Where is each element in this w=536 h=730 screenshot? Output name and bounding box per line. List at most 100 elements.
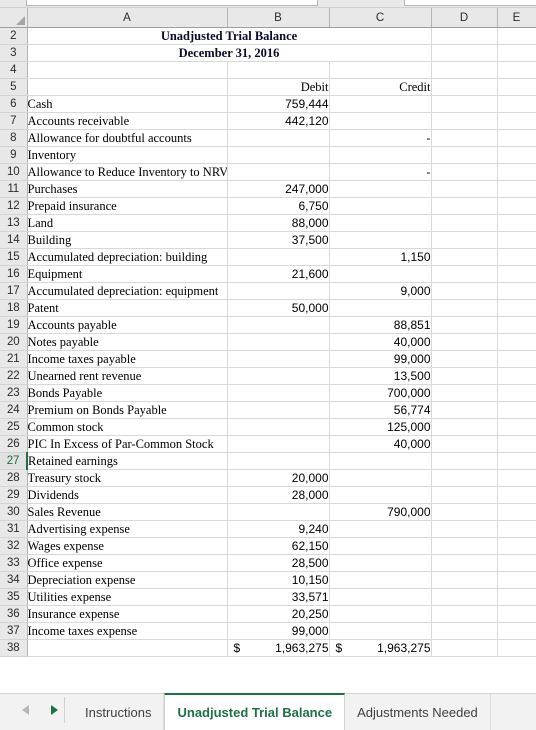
cell-A8[interactable]: Allowance for doubtful accounts xyxy=(27,129,228,147)
row-header-5[interactable]: 5 xyxy=(0,78,28,96)
cell-D6[interactable] xyxy=(431,95,498,113)
cell-B35[interactable]: 33,571 xyxy=(227,588,330,606)
row-header-20[interactable]: 20 xyxy=(0,333,28,351)
cell-B38[interactable]: $1,963,275 xyxy=(227,639,330,657)
cell-D29[interactable] xyxy=(431,486,498,504)
column-header-d[interactable]: D xyxy=(431,8,498,28)
column-header-e[interactable]: E xyxy=(497,8,536,28)
row-header-37[interactable]: 37 xyxy=(0,622,28,640)
cell-B6[interactable]: 759,444 xyxy=(227,95,330,113)
cell-E7[interactable] xyxy=(497,112,536,130)
row-header-13[interactable]: 13 xyxy=(0,214,28,232)
cell-E11[interactable] xyxy=(497,180,536,198)
row-header-29[interactable]: 29 xyxy=(0,486,28,504)
cell-B21[interactable] xyxy=(227,350,330,368)
cell-C10[interactable]: - xyxy=(329,163,432,181)
cell-A32[interactable]: Wages expense xyxy=(27,537,228,555)
row-header-11[interactable]: 11 xyxy=(0,180,28,198)
cell-B12[interactable]: 6,750 xyxy=(227,197,330,215)
select-all-corner[interactable] xyxy=(0,8,28,28)
cell-E32[interactable] xyxy=(497,537,536,555)
cell-B11[interactable]: 247,000 xyxy=(227,180,330,198)
cell-D30[interactable] xyxy=(431,503,498,521)
cell-C32[interactable] xyxy=(329,537,432,555)
cell-C20[interactable]: 40,000 xyxy=(329,333,432,351)
cell-E34[interactable] xyxy=(497,571,536,589)
cell-D33[interactable] xyxy=(431,554,498,572)
cell-E14[interactable] xyxy=(497,231,536,249)
cell-D3[interactable] xyxy=(431,44,498,62)
cell-A18[interactable]: Patent xyxy=(27,299,228,317)
cell-E17[interactable] xyxy=(497,282,536,300)
cell-B28[interactable]: 20,000 xyxy=(227,469,330,487)
cell-B25[interactable] xyxy=(227,418,330,436)
cell-D4[interactable] xyxy=(431,61,498,79)
cell-D23[interactable] xyxy=(431,384,498,402)
cell-E29[interactable] xyxy=(497,486,536,504)
cell-A19[interactable]: Accounts payable xyxy=(27,316,228,334)
row-header-6[interactable]: 6 xyxy=(0,95,28,113)
row-header-12[interactable]: 12 xyxy=(0,197,28,215)
cell-E28[interactable] xyxy=(497,469,536,487)
cell-E15[interactable] xyxy=(497,248,536,266)
cell-C17[interactable]: 9,000 xyxy=(329,282,432,300)
cell-C4[interactable] xyxy=(329,61,432,79)
cell-A34[interactable]: Depreciation expense xyxy=(27,571,228,589)
cell-E38[interactable] xyxy=(497,639,536,657)
cell-C28[interactable] xyxy=(329,469,432,487)
cell-B26[interactable] xyxy=(227,435,330,453)
cell-C5[interactable]: Credit xyxy=(329,78,432,96)
cell-A22[interactable]: Unearned rent revenue xyxy=(27,367,228,385)
cell-C24[interactable]: 56,774 xyxy=(329,401,432,419)
cell-D9[interactable] xyxy=(431,146,498,164)
cell-A13[interactable]: Land xyxy=(27,214,228,232)
cell-C37[interactable] xyxy=(329,622,432,640)
cell-B36[interactable]: 20,250 xyxy=(227,605,330,623)
cell-E30[interactable] xyxy=(497,503,536,521)
cell-B24[interactable] xyxy=(227,401,330,419)
cell-D36[interactable] xyxy=(431,605,498,623)
cell-D13[interactable] xyxy=(431,214,498,232)
row-header-16[interactable]: 16 xyxy=(0,265,28,283)
cell-D32[interactable] xyxy=(431,537,498,555)
previous-sheet-arrow-icon[interactable] xyxy=(22,705,29,715)
cell-A5[interactable] xyxy=(27,78,228,96)
cell-D35[interactable] xyxy=(431,588,498,606)
cell-E23[interactable] xyxy=(497,384,536,402)
cell-A27[interactable]: Retained earnings xyxy=(27,452,228,470)
cell-A24[interactable]: Premium on Bonds Payable xyxy=(27,401,228,419)
cell-E16[interactable] xyxy=(497,265,536,283)
cell-E22[interactable] xyxy=(497,367,536,385)
cell-A37[interactable]: Income taxes expense xyxy=(27,622,228,640)
cell-A20[interactable]: Notes payable xyxy=(27,333,228,351)
cell-D12[interactable] xyxy=(431,197,498,215)
cell-D7[interactable] xyxy=(431,112,498,130)
merged-title-cell[interactable]: December 31, 2016 xyxy=(27,44,432,62)
cell-E37[interactable] xyxy=(497,622,536,640)
cell-A12[interactable]: Prepaid insurance xyxy=(27,197,228,215)
merged-title-cell[interactable]: Unadjusted Trial Balance xyxy=(27,27,432,45)
next-sheet-arrow-icon[interactable] xyxy=(51,705,58,715)
column-header-c[interactable]: C xyxy=(329,8,432,28)
cell-A6[interactable]: Cash xyxy=(27,95,228,113)
cell-B31[interactable]: 9,240 xyxy=(227,520,330,538)
cell-C11[interactable] xyxy=(329,180,432,198)
cell-B18[interactable]: 50,000 xyxy=(227,299,330,317)
cell-D5[interactable] xyxy=(431,78,498,96)
cell-E33[interactable] xyxy=(497,554,536,572)
cell-C8[interactable]: - xyxy=(329,129,432,147)
cell-E27[interactable] xyxy=(497,452,536,470)
row-header-35[interactable]: 35 xyxy=(0,588,28,606)
cell-A21[interactable]: Income taxes payable xyxy=(27,350,228,368)
cell-B15[interactable] xyxy=(227,248,330,266)
cell-C22[interactable]: 13,500 xyxy=(329,367,432,385)
cell-B20[interactable] xyxy=(227,333,330,351)
row-header-19[interactable]: 19 xyxy=(0,316,28,334)
cell-E10[interactable] xyxy=(497,163,536,181)
cell-E5[interactable] xyxy=(497,78,536,96)
cell-A26[interactable]: PIC In Excess of Par-Common Stock xyxy=(27,435,228,453)
cell-B30[interactable] xyxy=(227,503,330,521)
row-header-27[interactable]: 27 xyxy=(0,452,28,470)
cell-B27[interactable] xyxy=(227,452,330,470)
cell-A16[interactable]: Equipment xyxy=(27,265,228,283)
